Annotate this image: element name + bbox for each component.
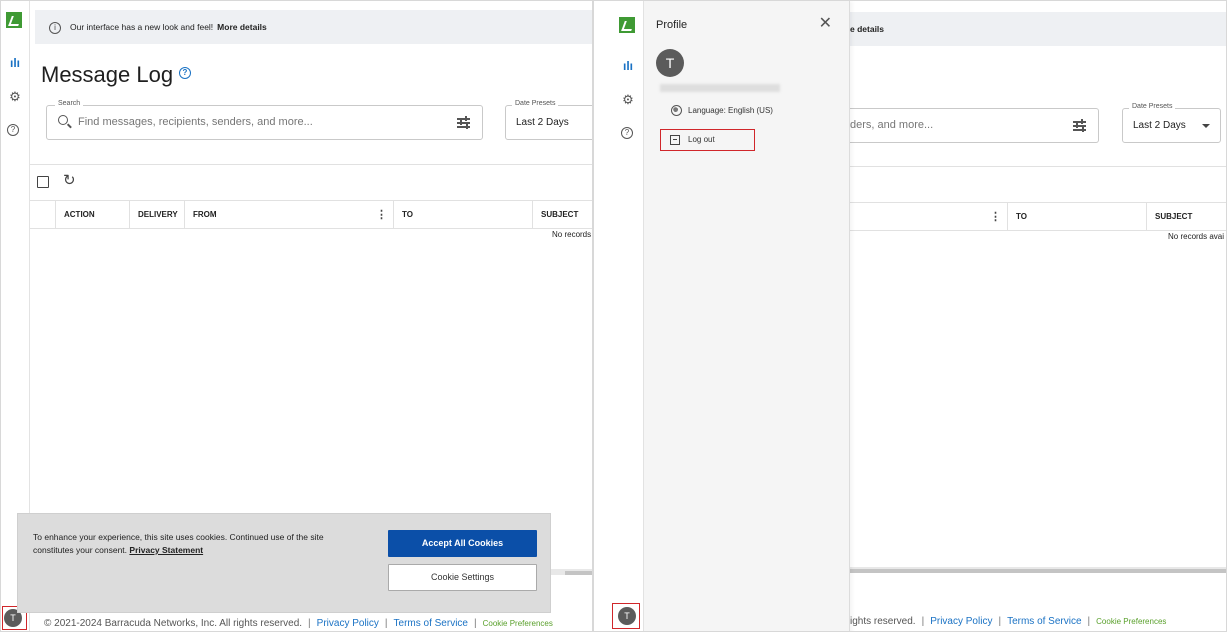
reports-bars-icon[interactable]: ılı	[8, 56, 22, 70]
column-delivery[interactable]: DELIVERY	[129, 201, 184, 229]
footer: © 2021-2024 Barracuda Networks, Inc. All…	[44, 618, 553, 629]
profile-panel: Profile ✕ T Language: English (US) Log o…	[644, 1, 850, 631]
logout-icon	[670, 134, 680, 145]
profile-avatar: T	[656, 49, 684, 77]
date-presets-label: Date Presets	[512, 100, 559, 107]
language-label: Language: English (US)	[688, 106, 773, 115]
cookie-text: To enhance your experience, this site us…	[33, 532, 324, 555]
column-spacer	[30, 201, 55, 229]
column-to[interactable]: TO	[393, 201, 532, 229]
copyright-text: ights reserved.	[850, 616, 916, 627]
barracuda-logo-icon[interactable]	[619, 17, 635, 33]
table-header: ⋮ TO SUBJECT	[850, 202, 1226, 231]
log-out-button[interactable]: Log out	[660, 129, 755, 151]
left-screen: ılı ⚙ ? T i Our interface has a new look …	[0, 0, 593, 632]
filter-tune-icon[interactable]	[1073, 119, 1086, 132]
column-menu-icon[interactable]: ⋮	[990, 203, 1001, 231]
search-placeholder: ders, and more...	[850, 119, 934, 131]
settings-gear-icon[interactable]: ⚙	[8, 90, 22, 104]
search-input[interactable]: ders, and more...	[834, 108, 1099, 143]
accept-all-cookies-button[interactable]: Accept All Cookies	[388, 530, 537, 557]
privacy-policy-link[interactable]: Privacy Policy	[317, 618, 379, 629]
terms-of-service-link[interactable]: Terms of Service	[394, 618, 468, 629]
refresh-icon[interactable]: ↻	[63, 173, 76, 188]
column-to[interactable]: TO	[1007, 203, 1146, 231]
date-presets-value: Last 2 Days	[1133, 120, 1186, 131]
search-icon	[58, 115, 68, 125]
column-action[interactable]: ACTION	[55, 201, 129, 229]
search-placeholder: Find messages, recipients, senders, and …	[78, 116, 313, 128]
terms-of-service-link[interactable]: Terms of Service	[1007, 616, 1081, 627]
empty-message: No records avai	[1168, 232, 1225, 241]
table-toolbar: ↻	[30, 164, 592, 200]
nav-rail: ılı ⚙ ? T	[594, 1, 644, 631]
info-icon: i	[49, 21, 61, 34]
cookie-settings-button[interactable]: Cookie Settings	[388, 564, 537, 591]
page-title: Message Log	[41, 62, 174, 87]
table-header: ACTION DELIVERY FROM ⋮ TO SUBJECT	[30, 200, 592, 229]
column-from-label: FROM	[193, 210, 217, 219]
chevron-down-icon	[1202, 124, 1210, 128]
search-input[interactable]: Search Find messages, recipients, sender…	[46, 100, 483, 140]
date-presets-label: Date Presets	[1129, 103, 1176, 110]
barracuda-logo-icon[interactable]	[6, 12, 22, 28]
column-from[interactable]: FROM ⋮	[184, 201, 393, 229]
table-toolbar	[850, 166, 1226, 202]
help-icon[interactable]: ?	[621, 127, 633, 139]
column-from[interactable]: ⋮	[850, 203, 1007, 231]
cookie-banner: To enhance your experience, this site us…	[17, 513, 551, 613]
privacy-policy-link[interactable]: Privacy Policy	[930, 616, 992, 627]
redacted-email	[660, 84, 780, 92]
date-presets-value: Last 2 Days	[516, 117, 569, 128]
privacy-statement-link[interactable]: Privacy Statement	[129, 545, 203, 555]
cookie-preferences-link[interactable]: Cookie Preferences	[1096, 617, 1166, 626]
copyright-text: © 2021-2024 Barracuda Networks, Inc. All…	[44, 618, 303, 629]
filter-tune-icon[interactable]	[457, 116, 470, 129]
footer: ights reserved. | Privacy Policy | Terms of …	[850, 616, 1167, 627]
cookie-preferences-link[interactable]: Cookie Preferences	[483, 619, 553, 628]
settings-gear-icon[interactable]: ⚙	[621, 93, 635, 107]
close-icon[interactable]: ✕	[819, 16, 832, 32]
profile-title: Profile	[656, 19, 688, 31]
new-look-banner: e details	[850, 12, 1226, 46]
title-help-icon[interactable]: ?	[179, 67, 191, 79]
date-presets-select[interactable]: Date Presets Last 2 Days	[505, 100, 592, 140]
banner-text: Our interface has a new look and feel!	[70, 22, 214, 32]
more-details-link[interactable]: More details	[217, 22, 267, 32]
user-avatar-button[interactable]: T	[618, 607, 636, 625]
reports-bars-icon[interactable]: ılı	[621, 59, 635, 73]
select-all-checkbox[interactable]	[37, 176, 49, 188]
column-menu-icon[interactable]: ⋮	[376, 201, 387, 229]
log-out-label: Log out	[688, 135, 715, 144]
globe-icon	[671, 105, 682, 117]
new-look-banner: i Our interface has a new look and feel! M…	[35, 10, 592, 44]
help-icon[interactable]: ?	[7, 124, 19, 136]
column-subject[interactable]: SUBJECT	[1146, 203, 1226, 231]
more-details-link[interactable]: e details	[850, 24, 884, 34]
language-setting[interactable]: Language: English (US)	[671, 105, 773, 117]
column-subject[interactable]: SUBJECT	[532, 201, 592, 229]
empty-message: No records	[552, 230, 592, 239]
search-label: Search	[55, 100, 84, 107]
right-screen: ılı ⚙ ? T e details ders, and more... Da…	[593, 0, 1227, 632]
date-presets-select[interactable]: Date Presets Last 2 Days	[1122, 103, 1221, 143]
horizontal-scrollbar[interactable]	[850, 567, 1226, 573]
